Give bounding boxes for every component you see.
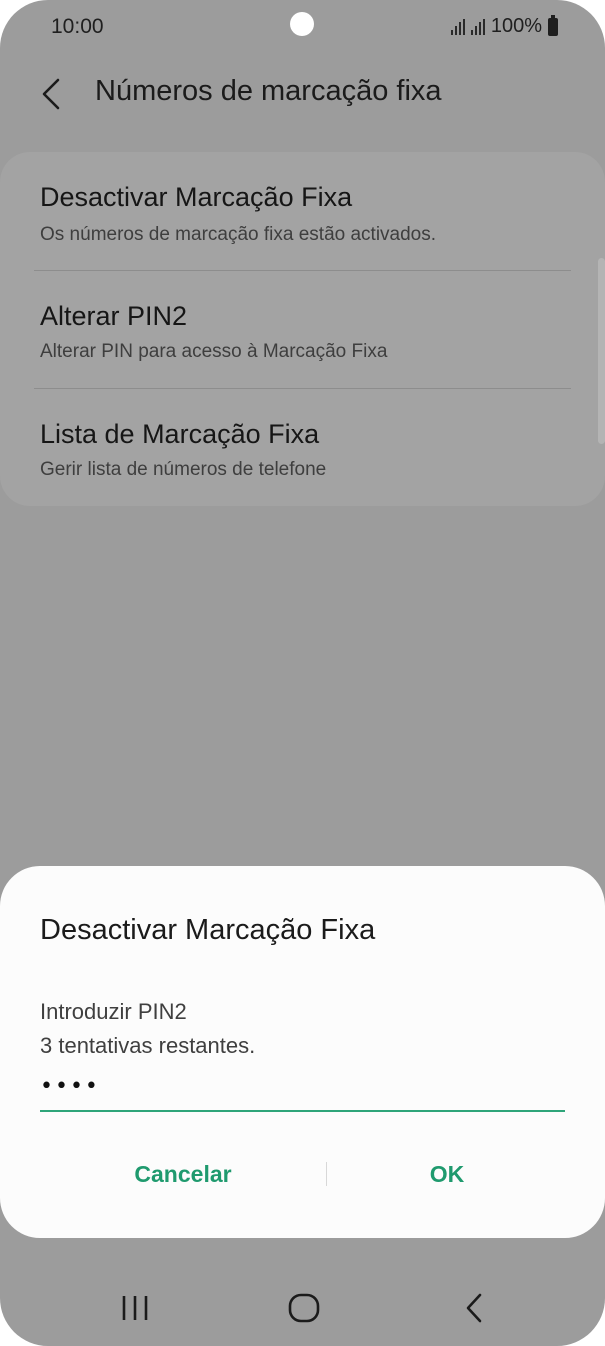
battery-icon bbox=[548, 14, 558, 36]
setting-subtitle: Gerir lista de números de telefone bbox=[40, 459, 327, 480]
status-time: 10:00 bbox=[51, 15, 104, 38]
recents-icon bbox=[122, 1296, 148, 1320]
home-icon bbox=[288, 1293, 320, 1323]
setting-subtitle: Alterar PIN para acesso à Marcação Fixa bbox=[40, 341, 388, 362]
chevron-left-icon bbox=[42, 78, 60, 110]
signal-icon-2 bbox=[470, 18, 485, 35]
back-icon bbox=[466, 1293, 482, 1323]
home-button[interactable] bbox=[274, 1286, 334, 1330]
pin2-input[interactable] bbox=[40, 1062, 565, 1112]
app-header: Números de marcação fixa bbox=[0, 60, 605, 130]
navigation-bar bbox=[0, 1270, 605, 1346]
back-button[interactable] bbox=[30, 72, 74, 116]
status-bar: 10:00 100% bbox=[0, 0, 605, 56]
cancel-button[interactable]: Cancelar bbox=[40, 1148, 326, 1200]
scrollbar[interactable] bbox=[598, 258, 605, 444]
settings-card: Desactivar Marcação Fixa Os números de m… bbox=[0, 152, 605, 506]
nav-back-button[interactable] bbox=[444, 1286, 504, 1330]
setting-title: Lista de Marcação Fixa bbox=[40, 419, 320, 449]
dialog-title: Desactivar Marcação Fixa bbox=[40, 914, 376, 946]
setting-change-pin2[interactable]: Alterar PIN2 Alterar PIN para acesso à M… bbox=[0, 271, 605, 389]
pin2-dialog: Desactivar Marcação Fixa Introduzir PIN2… bbox=[0, 866, 605, 1238]
setting-subtitle: Os números de marcação fixa estão activa… bbox=[40, 224, 437, 245]
recents-button[interactable] bbox=[105, 1286, 165, 1330]
setting-disable-fdn[interactable]: Desactivar Marcação Fixa Os números de m… bbox=[0, 152, 605, 270]
camera-cutout bbox=[290, 12, 314, 36]
status-icons: 100% bbox=[450, 14, 558, 38]
battery-percent: 100% bbox=[490, 15, 542, 37]
signal-icon bbox=[450, 18, 465, 35]
setting-fdn-list[interactable]: Lista de Marcação Fixa Gerir lista de nú… bbox=[0, 389, 605, 507]
page-title: Números de marcação fixa bbox=[95, 75, 442, 107]
setting-title: Alterar PIN2 bbox=[40, 301, 188, 331]
dialog-prompt: Introduzir PIN2 bbox=[40, 999, 187, 1024]
setting-title: Desactivar Marcação Fixa bbox=[40, 182, 353, 212]
dialog-attempts: 3 tentativas restantes. bbox=[40, 1033, 256, 1058]
ok-button[interactable]: OK bbox=[327, 1148, 567, 1200]
phone-screen: 10:00 100% Números de marcação fixa Desa… bbox=[0, 0, 605, 1346]
